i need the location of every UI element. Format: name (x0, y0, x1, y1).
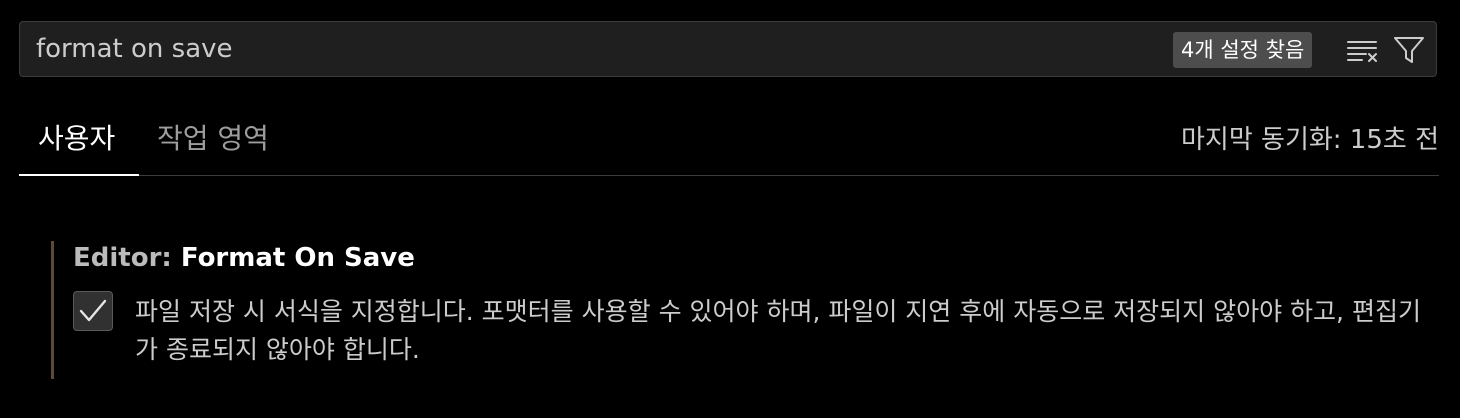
setting-format-on-save: Editor: Format On Save 파일 저장 시 서식을 지정합니다… (51, 241, 1434, 379)
clear-filter-icon[interactable] (1346, 34, 1380, 66)
search-input[interactable] (36, 22, 1136, 76)
setting-description: 파일 저장 시 서식을 지정합니다. 포맷터를 사용할 수 있어야 하며, 파일… (135, 297, 1421, 364)
format-on-save-checkbox[interactable] (73, 291, 113, 331)
tab-user[interactable]: 사용자 (19, 100, 139, 176)
search-box[interactable]: 4개 설정 찾음 (19, 21, 1437, 77)
setting-name: Format On Save (180, 243, 415, 273)
results-count-badge: 4개 설정 찾음 (1173, 32, 1313, 68)
settings-tabs: 사용자 작업 영역 마지막 동기화: 15초 전 (19, 100, 1439, 176)
setting-category: Editor: (73, 243, 181, 273)
filter-icon[interactable] (1392, 34, 1426, 66)
setting-title: Editor: Format On Save (73, 241, 415, 275)
check-icon (79, 299, 107, 322)
sync-status: 마지막 동기화: 15초 전 (1181, 125, 1439, 155)
tab-workspace[interactable]: 작업 영역 (157, 100, 269, 175)
